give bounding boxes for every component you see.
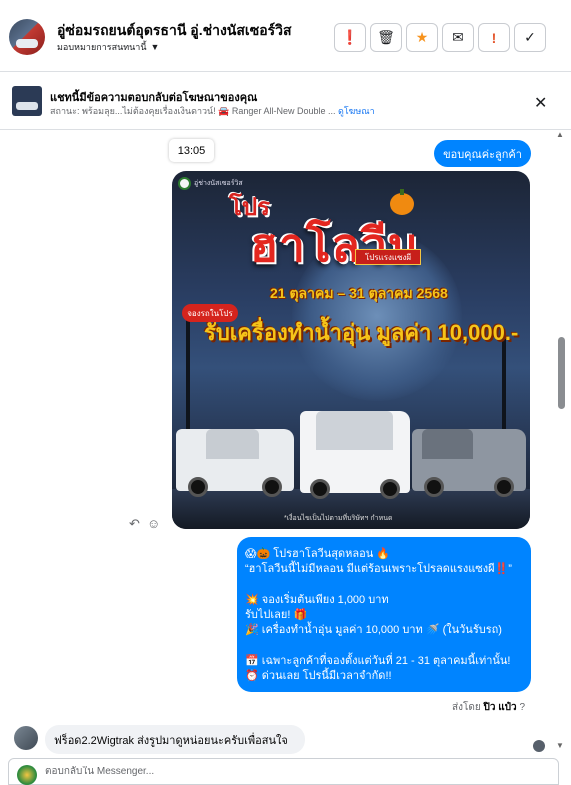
message-line: “ฮาโลวีนนี้ไม่มีหลอน มีแต่ร้อนเพราะโปรลด… (245, 563, 512, 576)
poster-prize: รับเครื่องทำน้ำอุ่น มูลค่า 10,000.- (204, 320, 519, 345)
scroll-down-icon[interactable]: ▼ (556, 741, 564, 750)
poster-note: *เงื่อนไขเป็นไปตามที่บริษัทฯ กำหนด (284, 515, 393, 522)
sent-by-prefix: ส่งโดย (452, 702, 481, 713)
message-line: 😱🎃 โปรฮาโลวีนสุดหลอน 🔥 (245, 548, 390, 560)
poster-logo-icon (178, 177, 191, 190)
inbox-conversation: อู่ซ่อมรถยนต์อุดรธานี อู่.ช่างนัสเซอร์วิ… (0, 0, 571, 785)
assign-label: มอบหมายการสนทนานี้ (57, 42, 147, 52)
truck-right (412, 429, 526, 497)
ad-reply-banner: แชทนี้มีข้อความตอบกลับต่อโฆษณาของคุณ สถา… (0, 72, 571, 130)
poster-booking-badge: จองรถในโปร (182, 304, 238, 322)
message-line: 📅 เฉพาะลูกค้าที่จองตั้งแต่วันที่ 21 - 31… (245, 655, 511, 668)
assign-conversation-dropdown[interactable]: มอบหมายการสนทนานี้ ▼ (57, 40, 159, 54)
sent-by-name[interactable]: ปิว แป๋ว (484, 702, 517, 713)
message-line (245, 639, 523, 654)
sent-promo-message-bubble[interactable]: 😱🎃 โปรฮาโลวีนสุดหลอน 🔥 “ฮาโลวีนนี้ไม่มีห… (237, 537, 531, 692)
reply-icon[interactable]: ↶ (129, 516, 140, 532)
page-profile-icon (17, 765, 37, 785)
mark-done-button[interactable]: ✓ (514, 23, 546, 52)
conversation-header: อู่ซ่อมรถยนต์อุดรธานี อู่.ช่างนัสเซอร์วิ… (0, 0, 571, 72)
chevron-down-icon: ▼ (150, 42, 160, 52)
thread-scrollbar[interactable]: ▲ ▼ (556, 130, 567, 750)
page-name[interactable]: อู่ซ่อมรถยนต์อุดรธานี อู่.ช่างนัสเซอร์วิ… (57, 20, 292, 42)
ad-status-text: สถานะ: พร้อมลุย...ไม่ต้องคุยเรื่องเงินดา… (50, 106, 336, 116)
trash-icon: 🗑 (377, 29, 395, 45)
truck-left (176, 429, 294, 497)
delete-button[interactable]: 🗑 (370, 23, 402, 52)
message-line: 💥 จองเริ่มต้นเพียง 1,000 บาท (245, 593, 389, 606)
sent-message-bubble[interactable]: ขอบคุณค่ะลูกค้า (434, 140, 531, 167)
read-receipt-avatar (533, 740, 545, 752)
received-message-bubble[interactable]: ฟร็อด2.2Wigtrak ส่งรูปมาดูหน่อยนะครับเพื… (45, 725, 305, 754)
mail-icon: ✉ (452, 29, 464, 45)
emoji-react-icon[interactable]: ☺ (147, 516, 160, 531)
customer-avatar[interactable] (14, 726, 38, 750)
message-line (245, 578, 523, 593)
ad-banner-status: สถานะ: พร้อมลุย...ไม่ต้องคุยเรื่องเงินดา… (50, 104, 375, 118)
scroll-up-icon[interactable]: ▲ (556, 130, 564, 139)
info-icon[interactable]: ? (519, 702, 525, 713)
sent-by-label: ส่งโดย ปิว แป๋ว ? (452, 700, 525, 715)
truck-center (300, 411, 410, 499)
view-ad-link[interactable]: ดูโฆษณา (338, 106, 375, 116)
scrollbar-thumb[interactable] (558, 337, 565, 409)
poster-tag: โปรแรงแซงผี (355, 249, 421, 265)
reply-input[interactable] (45, 766, 525, 777)
alert-circle-icon: ❗ (341, 29, 359, 45)
star-button[interactable]: ★ (406, 23, 438, 52)
exclamation-icon: ! (491, 29, 497, 46)
check-icon: ✓ (524, 29, 536, 45)
message-timestamp: 13:05 (169, 139, 214, 162)
mark-unread-button[interactable]: ✉ (442, 23, 474, 52)
message-composer (8, 758, 559, 785)
page-avatar[interactable] (9, 19, 45, 55)
message-line: 🎉 เครื่องทำน้ำอุ่น มูลค่า 10,000 บาท 🚿 (… (245, 624, 502, 637)
poster-date-range: 21 ตุลาคม – 31 ตุลาคม 2568 (270, 285, 448, 301)
close-icon[interactable]: ✕ (534, 93, 547, 113)
message-line: ⏰ ด่วนเลย โปรนี้มีเวลาจำกัด!! (245, 670, 392, 683)
star-icon: ★ (415, 29, 429, 45)
ad-thumbnail[interactable] (12, 86, 42, 116)
message-line: รับไปเลย! 🎁 (245, 609, 308, 622)
follow-up-button[interactable]: ! (478, 23, 510, 52)
mark-spam-button[interactable]: ❗ (334, 23, 366, 52)
poster-title-line2: ฮาโลวีน (250, 219, 421, 271)
promo-image-attachment[interactable]: อู่ช่างนัสเซอร์วิส โปร ฮาโลวีน โปรแรงแซง… (172, 171, 530, 529)
